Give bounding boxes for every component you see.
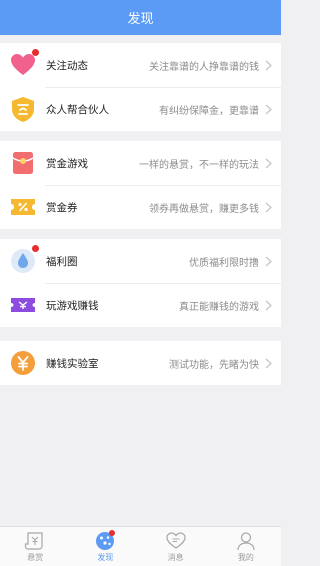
person-icon [237, 532, 255, 551]
menu-item-title: 关注动态 [46, 59, 88, 72]
menu-item-bounty-coupon[interactable]: 赏金券 领券再做悬赏，赚更多钱 [0, 185, 281, 229]
discover-group-welfare: 福利圈 优质福利限时撸 玩游戏赚钱 真正能赚钱的游戏 [0, 239, 281, 327]
tab-label: 悬赏 [27, 553, 44, 562]
chevron-right-icon [265, 60, 272, 70]
yuan-coin-icon [9, 349, 37, 377]
menu-item-bounty-game[interactable]: 赏金游戏 一样的悬赏，不一样的玩法 [0, 141, 281, 185]
tab-label: 消息 [167, 553, 184, 562]
bottom-tab-bar: 悬赏 发现 消息 我的 [0, 526, 281, 566]
notification-dot [32, 49, 39, 56]
discover-group-lab: 赚钱实验室 测试功能，先睹为快 [0, 341, 281, 385]
menu-item-partner[interactable]: 众人帮合伙人 有纠纷保障金，更靠谱 [0, 87, 281, 131]
menu-item-play-games-earn[interactable]: 玩游戏赚钱 真正能赚钱的游戏 [0, 283, 281, 327]
menu-item-desc: 关注靠谱的人挣靠谱的钱 [149, 61, 259, 73]
menu-item-desc: 一样的悬赏，不一样的玩法 [139, 159, 259, 171]
chevron-right-icon [265, 104, 272, 114]
menu-item-title: 赚钱实验室 [46, 357, 99, 370]
tab-me[interactable]: 我的 [211, 527, 281, 566]
page-title: 发现 [127, 12, 154, 27]
chevron-right-icon [265, 256, 272, 266]
chat-heart-icon [166, 532, 186, 549]
chevron-right-icon [265, 202, 272, 212]
notification-dot [32, 245, 39, 252]
heart-icon [9, 49, 39, 79]
menu-item-follow-feed[interactable]: 关注动态 关注靠谱的人挣靠谱的钱 [0, 43, 281, 87]
menu-item-title: 福利圈 [46, 255, 78, 268]
shield-badge-icon [9, 95, 37, 123]
chevron-right-icon [265, 158, 272, 168]
menu-item-title: 玩游戏赚钱 [46, 299, 99, 312]
menu-item-desc: 真正能赚钱的游戏 [179, 301, 259, 313]
chevron-right-icon [265, 358, 272, 368]
tab-messages[interactable]: 消息 [141, 527, 211, 566]
menu-item-desc: 有纠纷保障金，更靠谱 [159, 105, 259, 117]
discover-group-social: 关注动态 关注靠谱的人挣靠谱的钱 众人帮合伙人 有纠纷保障金，更靠谱 [0, 43, 281, 131]
tab-label: 发现 [97, 553, 114, 562]
menu-item-desc: 测试功能，先睹为快 [169, 359, 259, 371]
menu-item-welfare-circle[interactable]: 福利圈 优质福利限时撸 [0, 239, 281, 283]
tab-discover[interactable]: 发现 [70, 527, 140, 566]
red-envelope-icon [9, 149, 37, 177]
top-bar: 发现 [0, 0, 281, 35]
menu-item-desc: 领券再做悬赏，赚更多钱 [149, 203, 259, 215]
menu-item-money-lab[interactable]: 赚钱实验室 测试功能，先睹为快 [0, 341, 281, 385]
droplet-icon [9, 245, 39, 275]
coupon-icon [9, 193, 37, 221]
menu-item-desc: 优质福利限时撸 [189, 257, 259, 269]
scroll-yuan-icon [25, 532, 43, 550]
menu-item-title: 众人帮合伙人 [46, 103, 109, 116]
tab-label: 我的 [237, 553, 254, 562]
tab-bounty[interactable]: 悬赏 [0, 527, 70, 566]
menu-item-title: 赏金券 [46, 201, 78, 214]
game-ticket-icon [9, 291, 37, 319]
chevron-right-icon [265, 300, 272, 310]
menu-item-title: 赏金游戏 [46, 157, 88, 170]
discover-group-bounty: 赏金游戏 一样的悬赏，不一样的玩法 赏金券 领券再做悬赏，赚更多钱 [0, 141, 281, 229]
